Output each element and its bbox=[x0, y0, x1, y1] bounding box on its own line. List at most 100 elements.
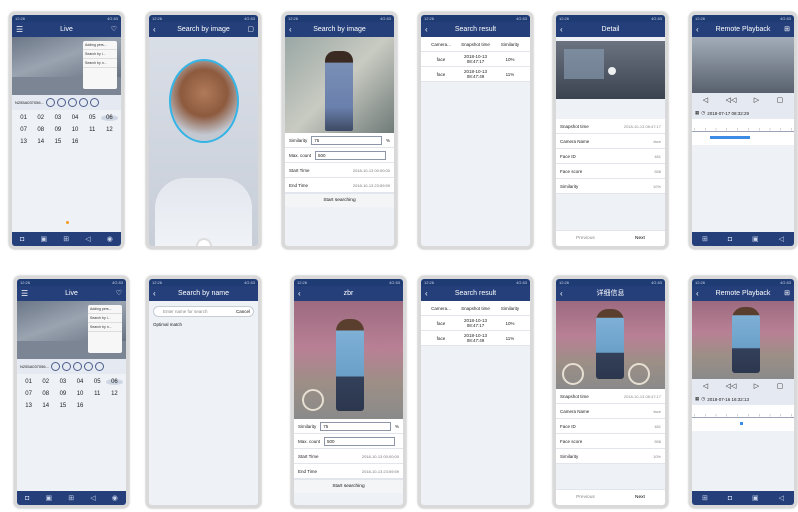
channel-04[interactable]: 04 bbox=[66, 115, 83, 121]
snapshot-icon[interactable]: ◘ bbox=[728, 495, 732, 502]
talk-icon[interactable]: ◉ bbox=[112, 494, 118, 502]
back-icon[interactable]: ‹ bbox=[425, 286, 428, 301]
snapshot-icon[interactable]: ◘ bbox=[728, 236, 732, 243]
start-searching-button[interactable]: Start searching bbox=[294, 479, 403, 493]
audio-icon[interactable]: ◁ bbox=[85, 235, 90, 243]
snapshot-icon[interactable]: ◘ bbox=[25, 495, 29, 502]
gallery-icon[interactable]: ▢ bbox=[247, 22, 254, 37]
prev-frame-icon[interactable]: ◁ bbox=[703, 382, 708, 390]
similarity-input[interactable]: 75 bbox=[320, 421, 391, 431]
previous-button[interactable]: Previous bbox=[576, 495, 595, 500]
channel-13[interactable]: 13 bbox=[20, 403, 37, 409]
heart-icon[interactable]: ♡ bbox=[111, 22, 117, 37]
playback-datetime[interactable]: 2018-07-17 08:32:29 bbox=[707, 111, 749, 116]
split-icon[interactable]: ⊞ bbox=[68, 494, 74, 502]
channel-16[interactable]: 16 bbox=[66, 139, 83, 145]
menu-icon[interactable]: ☰ bbox=[21, 286, 28, 301]
table-row[interactable]: face 2018-10-13 08:47:49 11% bbox=[421, 331, 530, 346]
channel-07[interactable]: 07 bbox=[20, 391, 37, 397]
start-searching-button[interactable]: Start searching bbox=[285, 193, 394, 207]
audio-icon[interactable]: ◁ bbox=[90, 494, 95, 502]
ptz-icon[interactable] bbox=[45, 98, 55, 107]
menu-item-search-name[interactable]: Search by n... bbox=[83, 59, 117, 68]
rewind-icon[interactable]: ◁◁ bbox=[726, 382, 737, 390]
channel-06[interactable]: 06 bbox=[100, 115, 118, 121]
channel-09[interactable]: 09 bbox=[49, 127, 66, 133]
calendar-icon[interactable]: ▦ bbox=[695, 110, 699, 116]
menu-item-search-image[interactable]: Search by i... bbox=[88, 314, 122, 323]
record-icon[interactable]: ▣ bbox=[752, 235, 759, 243]
name-search-input[interactable]: Enter name for search Cancel bbox=[153, 306, 254, 317]
channel-05[interactable]: 05 bbox=[84, 115, 101, 121]
prev-frame-icon[interactable]: ◁ bbox=[703, 96, 708, 104]
record-icon[interactable]: ▣ bbox=[752, 494, 759, 502]
back-icon[interactable]: ‹ bbox=[696, 286, 699, 301]
pause-icon[interactable]: ▢ bbox=[777, 96, 784, 104]
channel-10[interactable]: 10 bbox=[66, 127, 83, 133]
channel-02[interactable]: 02 bbox=[37, 379, 54, 385]
back-icon[interactable]: ‹ bbox=[153, 286, 156, 301]
previous-button[interactable]: Previous bbox=[576, 236, 595, 241]
back-icon[interactable]: ‹ bbox=[425, 22, 428, 37]
audio-icon[interactable]: ◁ bbox=[779, 494, 784, 502]
back-icon[interactable]: ‹ bbox=[298, 286, 301, 301]
channel-11[interactable]: 11 bbox=[89, 391, 106, 397]
playback-video[interactable] bbox=[692, 37, 794, 93]
pause-icon[interactable]: ▢ bbox=[777, 382, 784, 390]
back-icon[interactable]: ‹ bbox=[560, 22, 563, 37]
live-video[interactable]: Adding pers... Search by i... Search by … bbox=[12, 37, 121, 95]
record-tool-icon[interactable]: ▣ bbox=[45, 494, 52, 502]
channel-15[interactable]: 15 bbox=[49, 139, 66, 145]
table-row[interactable]: face 2018-10-13 08:47:17 10% bbox=[421, 52, 530, 67]
play-icon[interactable]: ▷ bbox=[754, 382, 759, 390]
channel-06[interactable]: 06 bbox=[105, 379, 123, 385]
channel-03[interactable]: 03 bbox=[49, 115, 66, 121]
channel-10[interactable]: 10 bbox=[71, 391, 88, 397]
rewind-icon[interactable]: ◁◁ bbox=[726, 96, 737, 104]
channel-13[interactable]: 13 bbox=[15, 139, 32, 145]
channel-15[interactable]: 15 bbox=[54, 403, 71, 409]
menu-item-adding[interactable]: Adding pers... bbox=[88, 305, 122, 314]
channel-01[interactable]: 01 bbox=[15, 115, 32, 121]
heart-icon[interactable]: ♡ bbox=[116, 286, 122, 301]
split-icon[interactable]: ⊞ bbox=[702, 494, 708, 502]
zoom-icon[interactable] bbox=[72, 362, 82, 371]
maxcount-input[interactable]: 500 bbox=[315, 150, 386, 160]
channel-01[interactable]: 01 bbox=[20, 379, 37, 385]
start-time-row[interactable]: Start Time 2018-10-13 00:00:00 bbox=[294, 449, 403, 464]
channel-05[interactable]: 05 bbox=[89, 379, 106, 385]
channel-11[interactable]: 11 bbox=[84, 127, 101, 133]
table-row[interactable]: face 2018-10-13 08:47:17 10% bbox=[421, 316, 530, 331]
back-icon[interactable]: ‹ bbox=[560, 286, 563, 301]
shutter-button[interactable] bbox=[195, 238, 212, 246]
timeline[interactable]: | | | | | | | | | | bbox=[692, 405, 794, 431]
split-icon[interactable]: ⊞ bbox=[63, 235, 69, 243]
channel-12[interactable]: 12 bbox=[101, 127, 118, 133]
maxcount-input[interactable]: 500 bbox=[324, 436, 395, 446]
snapshot-icon[interactable]: ◘ bbox=[20, 236, 24, 243]
channel-08[interactable]: 08 bbox=[37, 391, 54, 397]
cancel-button[interactable]: Cancel bbox=[236, 307, 250, 316]
channel-14[interactable]: 14 bbox=[32, 139, 49, 145]
timeline[interactable]: | | | | | | | | | | bbox=[692, 119, 794, 145]
focus-icon[interactable] bbox=[78, 98, 88, 107]
record-icon[interactable] bbox=[56, 98, 66, 107]
channel-02[interactable]: 02 bbox=[32, 115, 49, 121]
back-icon[interactable]: ‹ bbox=[289, 22, 292, 37]
snapshot-image[interactable] bbox=[556, 41, 665, 99]
menu-item-adding[interactable]: Adding pers... bbox=[83, 41, 117, 50]
channel-08[interactable]: 08 bbox=[32, 127, 49, 133]
next-button[interactable]: Next bbox=[635, 495, 645, 500]
record-icon[interactable] bbox=[61, 362, 71, 371]
snapshot-image[interactable] bbox=[556, 301, 665, 389]
live2-video[interactable]: Adding pers... Search by i... Search by … bbox=[17, 301, 126, 359]
focus-icon[interactable] bbox=[83, 362, 93, 371]
menu-item-search-image[interactable]: Search by i... bbox=[83, 50, 117, 59]
channel-07[interactable]: 07 bbox=[15, 127, 32, 133]
channel-14[interactable]: 14 bbox=[37, 403, 54, 409]
menu-icon[interactable]: ☰ bbox=[16, 22, 23, 37]
playback2-datetime[interactable]: 2018-07-16 16:32:13 bbox=[707, 397, 749, 402]
next-button[interactable]: Next bbox=[635, 236, 645, 241]
channel-09[interactable]: 09 bbox=[54, 391, 71, 397]
channel-16[interactable]: 16 bbox=[71, 403, 88, 409]
